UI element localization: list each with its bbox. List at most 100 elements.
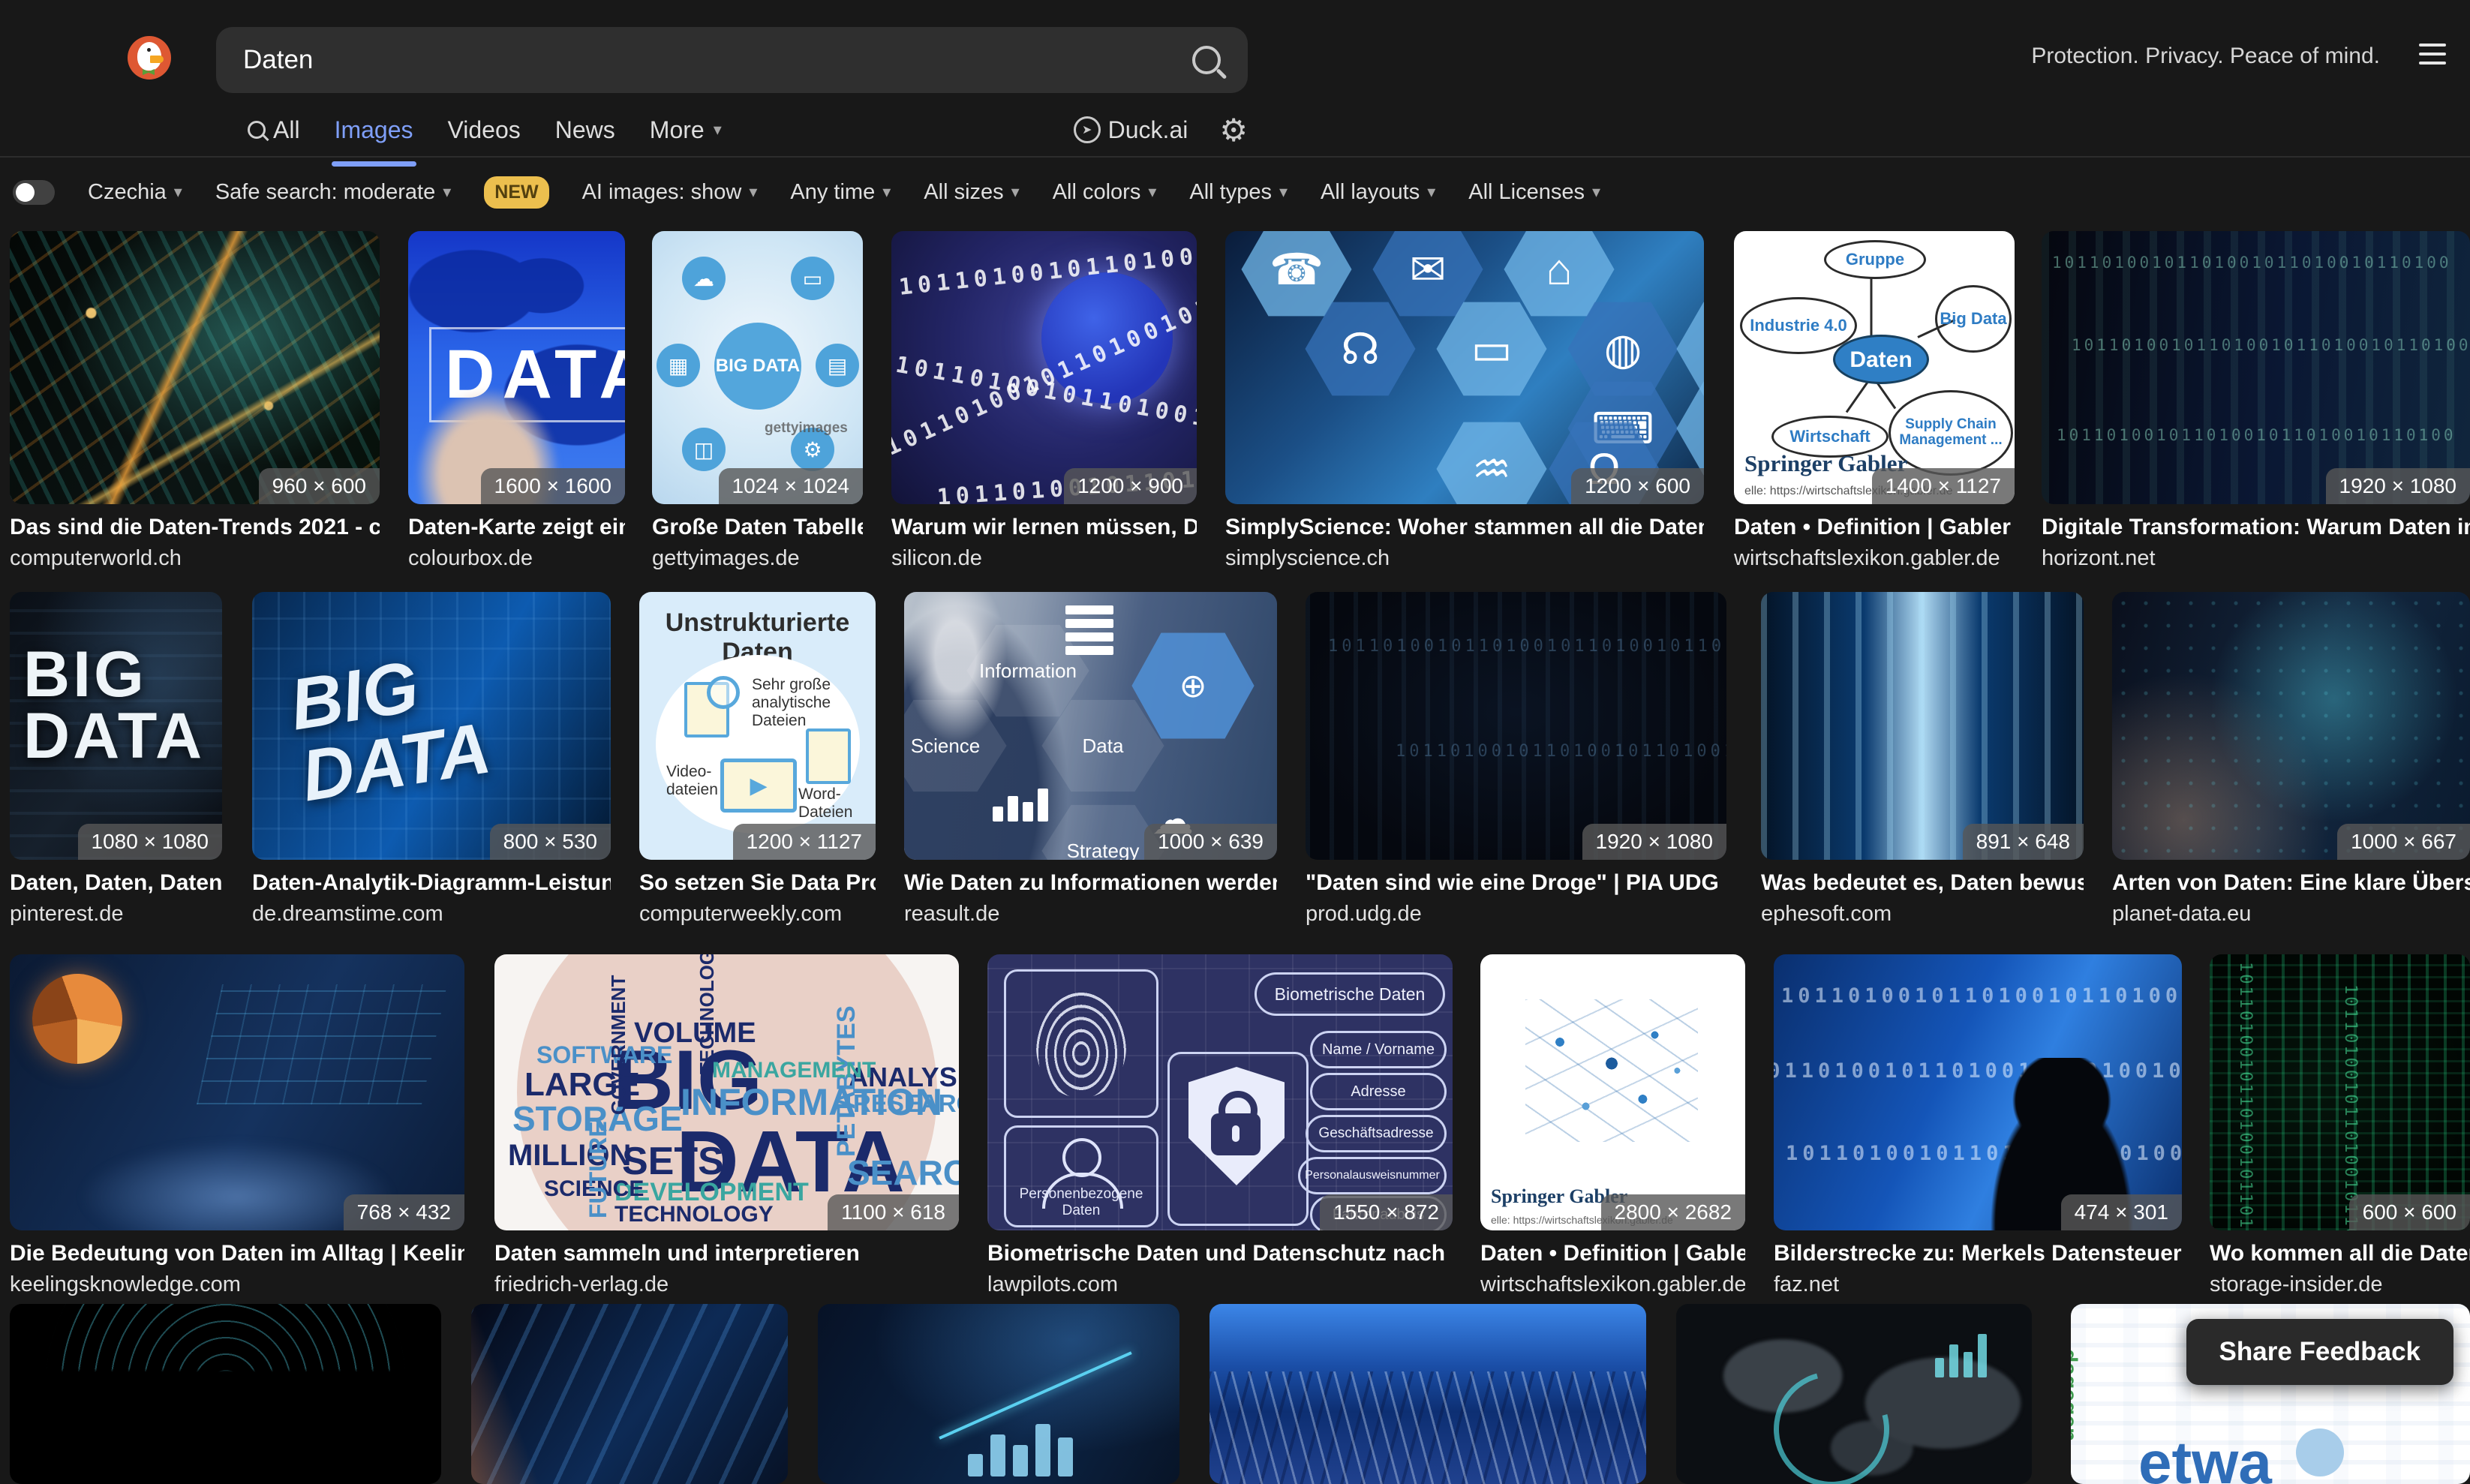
document-icon: [806, 728, 851, 784]
menu-icon[interactable]: [2419, 44, 2446, 65]
search-icon[interactable]: [1192, 46, 1221, 74]
result-domain[interactable]: simplyscience.ch: [1225, 546, 1704, 571]
filter-region[interactable]: Czechia▾: [88, 180, 182, 205]
result-domain[interactable]: gettyimages.de: [652, 546, 863, 571]
image-result[interactable]: BIG DATA 1080 × 1080: [10, 592, 222, 860]
chevron-down-icon: ▾: [443, 182, 451, 202]
result-title[interactable]: So setzen Sie Data Prot...: [639, 870, 876, 896]
result-domain[interactable]: horizont.net: [2042, 546, 2470, 571]
duck-beak: [150, 56, 164, 63]
gear-icon[interactable]: ⚙: [1219, 112, 1248, 149]
result-domain[interactable]: computerworld.ch: [10, 546, 380, 571]
image-result[interactable]: Information Science Data Strategy ⊕ ☁ 10…: [904, 592, 1277, 860]
result-title[interactable]: Daten sammeln und interpretieren: [494, 1241, 959, 1266]
tab-videos[interactable]: Videos: [448, 116, 521, 144]
image-result[interactable]: [10, 1304, 441, 1484]
image-result[interactable]: Unstrukturierte Daten Sehr große analyti…: [639, 592, 876, 860]
filter-types[interactable]: All types▾: [1189, 180, 1288, 205]
filter-licenses[interactable]: All Licenses▾: [1468, 180, 1600, 205]
result-domain[interactable]: colourbox.de: [408, 546, 625, 571]
result-title[interactable]: Die Bedeutung von Daten im Alltag | Keel…: [10, 1241, 464, 1266]
image-result[interactable]: DATA 1600 × 1600: [408, 231, 625, 504]
result-domain[interactable]: ephesoft.com: [1761, 902, 2084, 927]
result-domain[interactable]: silicon.de: [891, 546, 1197, 571]
result-title[interactable]: Arten von Daten: Eine klare Übersicht...: [2112, 870, 2470, 896]
watermark: gettyimages: [765, 420, 848, 437]
theme-toggle[interactable]: [13, 180, 55, 205]
image-result[interactable]: BIG DATA 800 × 530: [252, 592, 611, 860]
image-result[interactable]: [1209, 1304, 1646, 1484]
result-domain[interactable]: prod.udg.de: [1306, 902, 1726, 927]
share-feedback-button[interactable]: Share Feedback: [2186, 1319, 2453, 1385]
result-domain[interactable]: de.dreamstime.com: [252, 902, 611, 927]
search-bar[interactable]: Daten: [216, 27, 1248, 93]
result-domain[interactable]: pinterest.de: [10, 902, 222, 927]
data-pill: Biometrische Daten: [1255, 972, 1445, 1016]
result-domain[interactable]: lawpilots.com: [987, 1272, 1453, 1297]
filter-time[interactable]: Any time▾: [790, 180, 891, 205]
image-result[interactable]: ☁ ▭ ▦ ▤ ◫ ⚙ BIG DATA gettyimages 1024 × …: [652, 231, 863, 504]
image-result[interactable]: ☎ ✉ ⌂ ☊ ▭ ◍ ❝ ⌨ ▦ ♒ Ω 1200 × 600: [1225, 231, 1704, 504]
binary-texture: 10110100101101001011010010110100: [2236, 962, 2255, 1230]
image-result[interactable]: BIG DATA INFORMATION STORAGE LARGE MILLI…: [494, 954, 959, 1230]
result-title[interactable]: Daten • Definition | Gabler Wi...: [1734, 515, 2015, 540]
tab-more[interactable]: More ▾: [650, 116, 722, 144]
search-input[interactable]: Daten: [243, 45, 1192, 75]
image-result[interactable]: [471, 1304, 788, 1484]
network-diagram-art: [1525, 999, 1698, 1142]
tab-images[interactable]: Images: [335, 116, 413, 144]
image-result[interactable]: 10110100101101001011010010110100 1011010…: [2042, 231, 2470, 504]
result-title[interactable]: Digitale Transformation: Warum Daten im …: [2042, 515, 2470, 540]
filter-layouts[interactable]: All layouts▾: [1321, 180, 1435, 205]
result-title[interactable]: Wo kommen all die Daten ...: [2210, 1241, 2470, 1266]
tab-all[interactable]: All: [248, 116, 300, 144]
result-domain[interactable]: faz.net: [1774, 1272, 2182, 1297]
filter-sizes[interactable]: All sizes▾: [924, 180, 1019, 205]
image-result[interactable]: 960 × 600: [10, 231, 380, 504]
duckai-label: Duck.ai: [1108, 116, 1188, 144]
image-result[interactable]: [818, 1304, 1179, 1484]
result-domain[interactable]: wirtschaftslexikon.gabler.de: [1734, 546, 2015, 571]
result-title[interactable]: Daten, Daten, Daten: ...: [10, 870, 222, 896]
result-title[interactable]: "Daten sind wie eine Droge" | PIA UDG: [1306, 870, 1726, 896]
filter-colors[interactable]: All colors▾: [1053, 180, 1157, 205]
result-title[interactable]: Wie Daten zu Informationen werden - R...: [904, 870, 1277, 896]
image-result[interactable]: 10110100101101001011010010110100 1011010…: [2210, 954, 2470, 1230]
image-result[interactable]: 891 × 648: [1761, 592, 2084, 860]
result-title[interactable]: Daten • Definition | Gabler ...: [1480, 1241, 1745, 1266]
image-result[interactable]: Personenbezogene Daten Biometrische Date…: [987, 954, 1453, 1230]
image-result[interactable]: 10110100101101001011010010110100 1011010…: [1774, 954, 2182, 1230]
result-domain[interactable]: planet-data.eu: [2112, 902, 2470, 927]
result-domain[interactable]: computerweekly.com: [639, 902, 876, 927]
result-title[interactable]: Daten-Karte zeigt ein...: [408, 515, 625, 540]
result-title[interactable]: Warum wir lernen müssen, Date...: [891, 515, 1197, 540]
filter-ai-images[interactable]: AI images: show▾: [582, 180, 758, 205]
image-result[interactable]: Springer Gabler elle: https://wirtschaft…: [1480, 954, 1745, 1230]
chevron-down-icon: ▾: [1279, 182, 1288, 202]
result-domain[interactable]: storage-insider.de: [2210, 1272, 2470, 1297]
result-title[interactable]: SimplyScience: Woher stammen all die Dat…: [1225, 515, 1704, 540]
result-title[interactable]: Biometrische Daten und Datenschutz nach …: [987, 1241, 1453, 1266]
cloud-word: dagegen: [2071, 1349, 2081, 1441]
duckai-button[interactable]: ➤ Duck.ai: [1074, 116, 1188, 144]
image-result[interactable]: 10110100101101001011010010110100 1011010…: [891, 231, 1197, 504]
image-result[interactable]: 10110100101101001011010010110100 1011010…: [1306, 592, 1726, 860]
tab-news[interactable]: News: [555, 116, 615, 144]
image-result[interactable]: [1676, 1304, 2032, 1484]
result-title[interactable]: Große Daten Tabelle ...: [652, 515, 863, 540]
result-title[interactable]: Das sind die Daten-Trends 2021 - comp...: [10, 515, 380, 540]
chevron-down-icon: ▾: [882, 182, 891, 202]
image-result[interactable]: 768 × 432: [10, 954, 464, 1230]
result-title[interactable]: Bilderstrecke zu: Merkels Datensteuer: W…: [1774, 1241, 2182, 1266]
result-title[interactable]: Was bedeutet es, Daten bewusst ...: [1761, 870, 2084, 896]
image-result[interactable]: 1000 × 667: [2112, 592, 2470, 860]
result-domain[interactable]: friedrich-verlag.de: [494, 1272, 959, 1297]
duckduckgo-logo[interactable]: [128, 36, 171, 80]
result-title[interactable]: Daten-Analytik-Diagramm-Leistungs-...: [252, 870, 611, 896]
result-domain[interactable]: reasult.de: [904, 902, 1277, 927]
image-result[interactable]: Gruppe Industrie 4.0 Big Data Daten Wirt…: [1734, 231, 2015, 504]
filter-safe-search[interactable]: Safe search: moderate▾: [215, 180, 451, 205]
size-badge: 2800 × 2682: [1601, 1194, 1746, 1230]
result-domain[interactable]: keelingsknowledge.com: [10, 1272, 464, 1297]
result-domain[interactable]: wirtschaftslexikon.gabler.de: [1480, 1272, 1745, 1297]
